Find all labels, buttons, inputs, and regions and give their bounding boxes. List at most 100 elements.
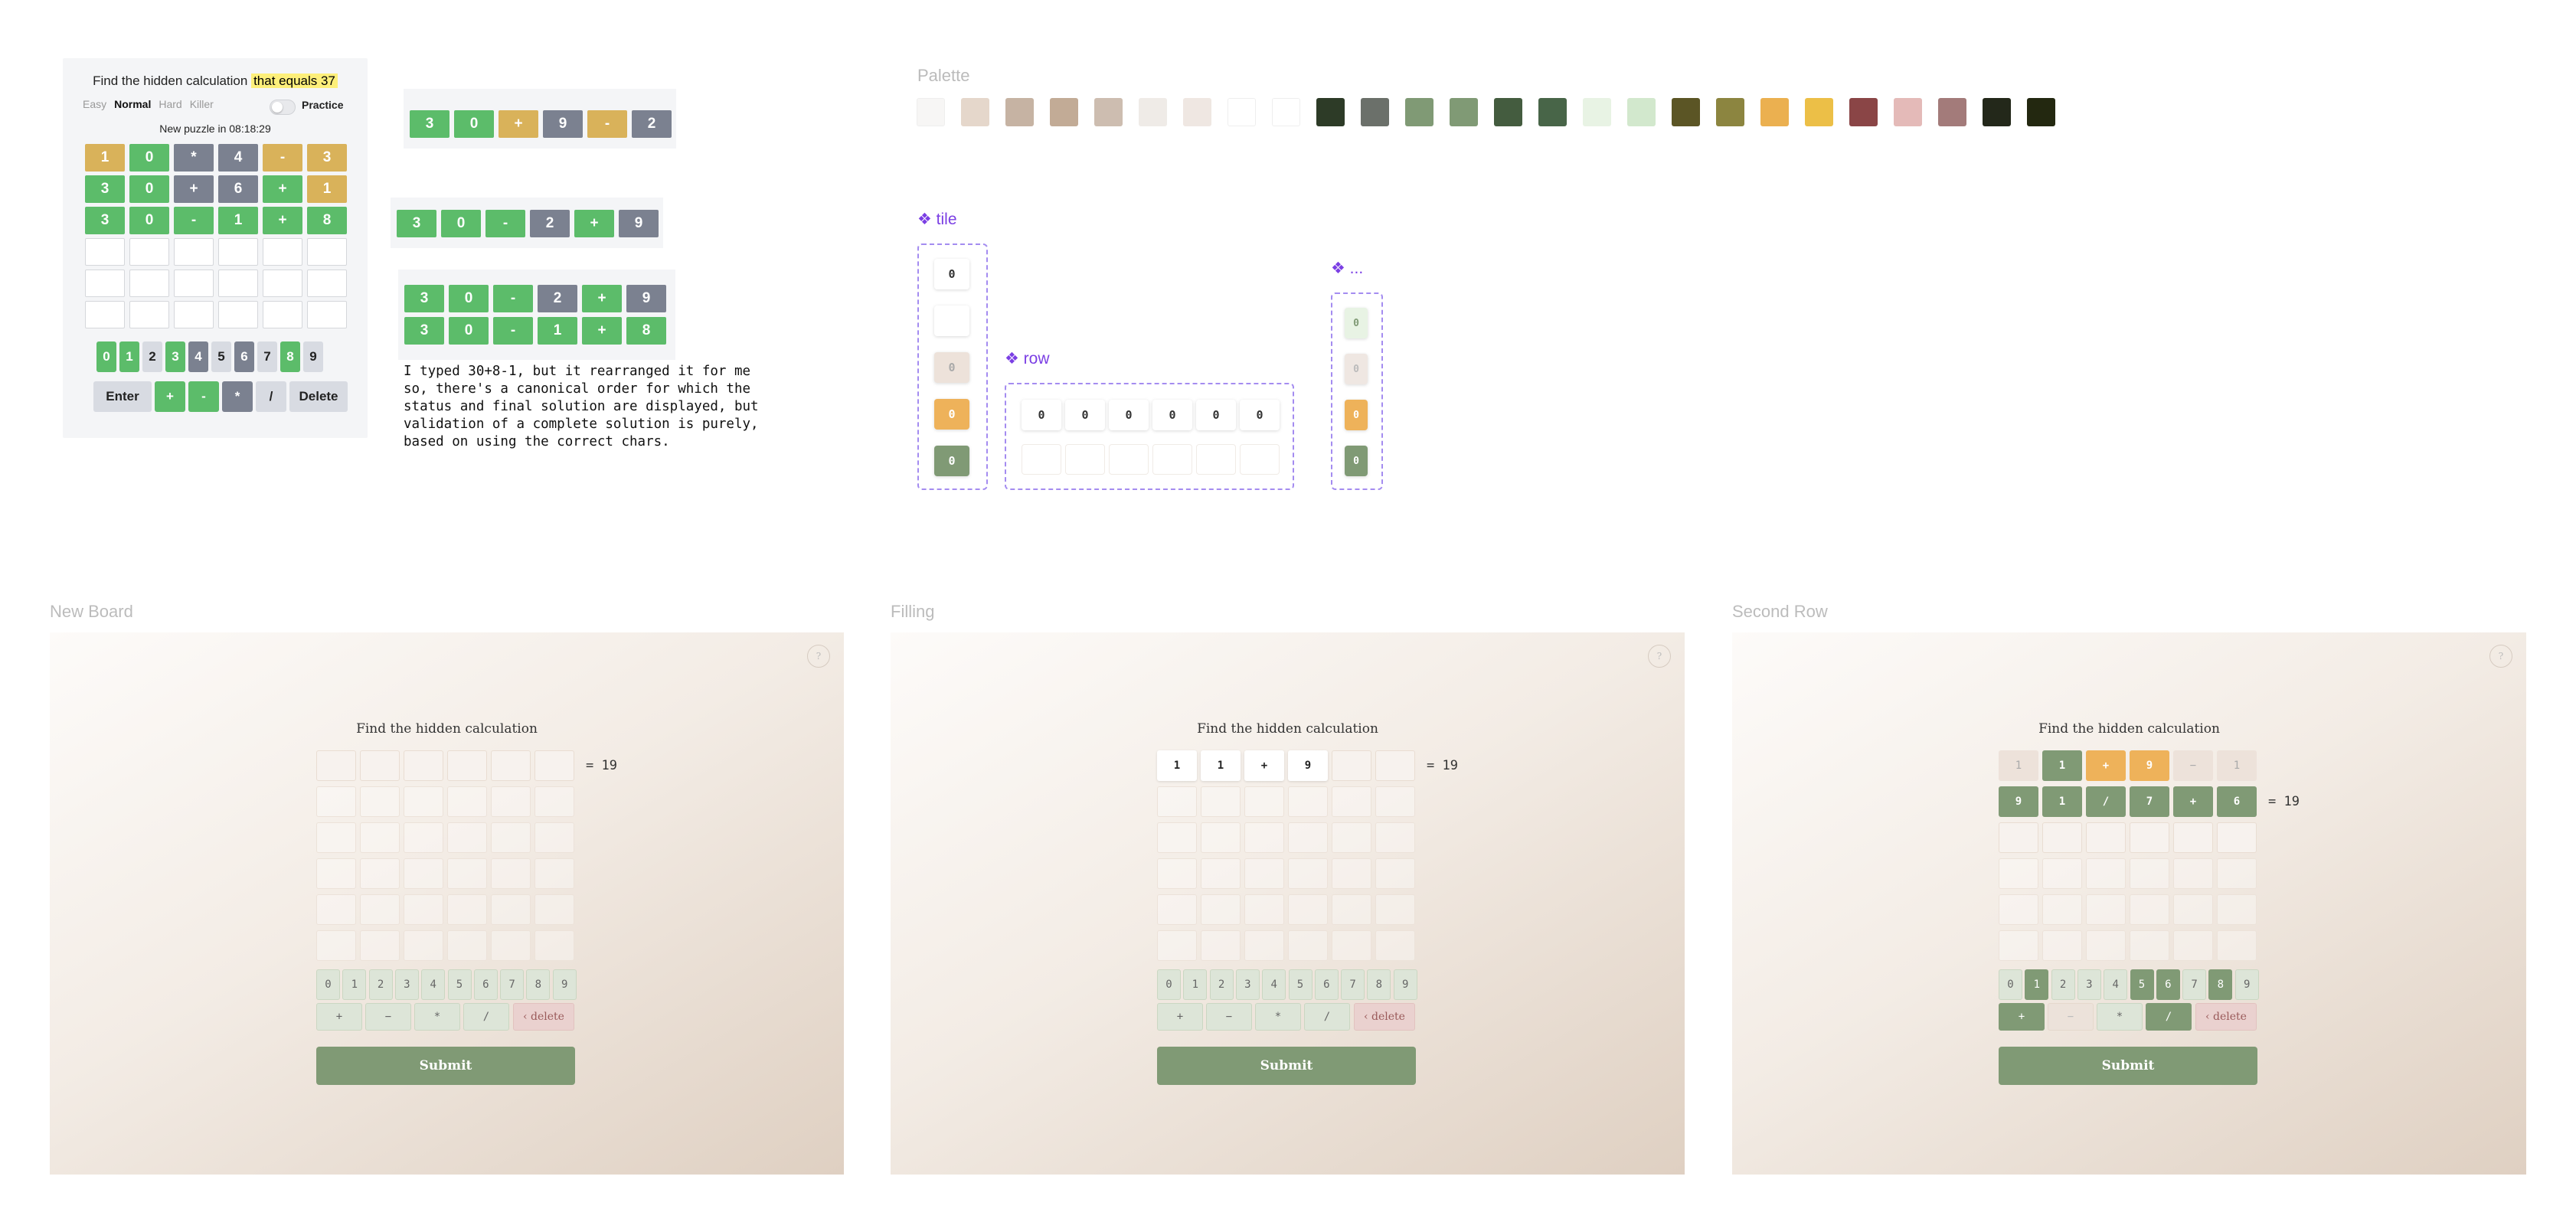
keypad-op-1[interactable]: − <box>365 1003 411 1031</box>
help-icon[interactable]: ? <box>807 645 830 668</box>
palette-swatch <box>1183 98 1211 126</box>
board-tile-empty <box>2217 858 2257 889</box>
digit-key-9[interactable]: 9 <box>303 341 323 372</box>
board-tile-empty <box>360 894 400 925</box>
mode-hard[interactable]: Hard <box>159 98 181 110</box>
keypad-op-3[interactable]: / <box>463 1003 509 1031</box>
submit-button[interactable]: Submit <box>1157 1047 1416 1085</box>
keypad-digit-0[interactable]: 0 <box>1157 969 1181 1000</box>
reference-grid: 1 0 * 4-3 3 0 +6 +1 3 0-1 +8 <box>85 144 347 328</box>
digit-key-5[interactable]: 5 <box>211 341 231 372</box>
submit-button[interactable]: Submit <box>1999 1047 2257 1085</box>
practice-toggle[interactable] <box>270 100 296 115</box>
keypad-digit-8[interactable]: 8 <box>1367 969 1391 1000</box>
board-tile-empty <box>1375 894 1415 925</box>
keypad-digit-6[interactable]: 6 <box>2156 969 2180 1000</box>
keypad-digit-1[interactable]: 1 <box>342 969 367 1000</box>
digit-key-7[interactable]: 7 <box>257 341 277 372</box>
grid-tile-empty <box>218 270 258 297</box>
palette-swatch <box>1894 98 1922 126</box>
board-tile: + <box>2086 750 2126 781</box>
mode-killer[interactable]: Killer <box>190 98 214 110</box>
keypad-op-0[interactable]: + <box>316 1003 362 1031</box>
keypad-op-1[interactable]: − <box>1206 1003 1252 1031</box>
help-icon[interactable]: ? <box>2489 645 2512 668</box>
op-key-5[interactable]: Delete <box>289 381 348 412</box>
op-key-1[interactable]: + <box>155 381 185 412</box>
snippet-tile: 3 <box>404 285 444 312</box>
board-tile: 6 <box>2217 786 2257 817</box>
keypad-op-0[interactable]: + <box>1157 1003 1203 1031</box>
keypad-digit-9[interactable]: 9 <box>2234 969 2259 1000</box>
snippet-tile: 3 <box>404 317 444 345</box>
op-key-0[interactable]: Enter <box>93 381 152 412</box>
row-variant-tile <box>1022 444 1061 475</box>
board-tile-empty <box>447 822 487 853</box>
keypad-digit-0[interactable]: 0 <box>1999 969 2022 1000</box>
digit-key-6[interactable]: 6 <box>234 341 254 372</box>
keypad-digit-4[interactable]: 4 <box>2104 969 2128 1000</box>
keypad-op-1[interactable]: − <box>2048 1003 2094 1031</box>
board-tile-empty <box>2173 822 2213 853</box>
keypad-digit-6[interactable]: 6 <box>1314 969 1339 1000</box>
board-tile-empty <box>2173 858 2213 889</box>
reference-digit-keys: 0123456789 <box>96 341 323 372</box>
board-title: Find the hidden calculation <box>356 721 538 737</box>
board-tile-empty <box>1288 822 1328 853</box>
keypad-digit-4[interactable]: 4 <box>421 969 446 1000</box>
tile-variant: 0 <box>934 259 969 289</box>
keypad-digit-3[interactable]: 3 <box>1235 969 1260 1000</box>
digit-key-8[interactable]: 8 <box>280 341 300 372</box>
digit-key-2[interactable]: 2 <box>142 341 162 372</box>
help-icon[interactable]: ? <box>1648 645 1671 668</box>
keypad-digit-7[interactable]: 7 <box>2182 969 2207 1000</box>
keypad-digit-3[interactable]: 3 <box>2077 969 2101 1000</box>
digit-key-3[interactable]: 3 <box>165 341 185 372</box>
keypad-digit-5[interactable]: 5 <box>2130 969 2154 1000</box>
keypad-digit-0[interactable]: 0 <box>316 969 340 1000</box>
board-tile: 1 <box>2042 750 2082 781</box>
op-key-3[interactable]: * <box>222 381 253 412</box>
grid-tile: - <box>174 207 214 234</box>
keypad-digit-1[interactable]: 1 <box>2025 969 2049 1000</box>
keypad-op-0[interactable]: + <box>1999 1003 2045 1031</box>
keypad-digit-4[interactable]: 4 <box>1262 969 1286 1000</box>
board-tile-empty <box>447 894 487 925</box>
digit-key-0[interactable]: 0 <box>96 341 116 372</box>
board-tile-empty <box>491 858 531 889</box>
op-key-4[interactable]: / <box>256 381 286 412</box>
keypad-op-2[interactable]: * <box>1255 1003 1301 1031</box>
submit-button[interactable]: Submit <box>316 1047 575 1085</box>
board-tile-empty <box>1244 930 1284 961</box>
keypad-op-3[interactable]: / <box>1304 1003 1350 1031</box>
more-component-label: ❖ ... <box>1331 260 1364 277</box>
mode-easy[interactable]: Easy <box>83 98 106 110</box>
palette-swatch <box>1316 98 1345 126</box>
keypad-digit-7[interactable]: 7 <box>1341 969 1365 1000</box>
delete-button[interactable]: ‹ delete <box>513 1003 574 1031</box>
mode-normal[interactable]: Normal <box>114 98 151 110</box>
keypad-digit-9[interactable]: 9 <box>552 969 577 1000</box>
keypad-digit-2[interactable]: 2 <box>1209 969 1234 1000</box>
keypad-digit-5[interactable]: 5 <box>447 969 472 1000</box>
keypad-digit-2[interactable]: 2 <box>368 969 393 1000</box>
keypad-digit-5[interactable]: 5 <box>1288 969 1313 1000</box>
keypad-digit-1[interactable]: 1 <box>1183 969 1208 1000</box>
keypad-digit-2[interactable]: 2 <box>2051 969 2075 1000</box>
keypad-digit-7[interactable]: 7 <box>500 969 525 1000</box>
digit-key-1[interactable]: 1 <box>119 341 139 372</box>
delete-button[interactable]: ‹ delete <box>1354 1003 1415 1031</box>
keypad-digit-9[interactable]: 9 <box>1393 969 1417 1000</box>
keypad-op-2[interactable]: * <box>2097 1003 2143 1031</box>
op-key-2[interactable]: - <box>188 381 219 412</box>
delete-button[interactable]: ‹ delete <box>2195 1003 2257 1031</box>
keypad-op-3[interactable]: / <box>2146 1003 2192 1031</box>
keypad-op-2[interactable]: * <box>414 1003 460 1031</box>
keypad-digit-8[interactable]: 8 <box>526 969 551 1000</box>
keypad-digit-3[interactable]: 3 <box>394 969 419 1000</box>
board-tile-empty <box>1201 894 1241 925</box>
board-tile-empty <box>2130 930 2169 961</box>
keypad-digit-6[interactable]: 6 <box>473 969 498 1000</box>
digit-key-4[interactable]: 4 <box>188 341 208 372</box>
keypad-digit-8[interactable]: 8 <box>2208 969 2233 1000</box>
